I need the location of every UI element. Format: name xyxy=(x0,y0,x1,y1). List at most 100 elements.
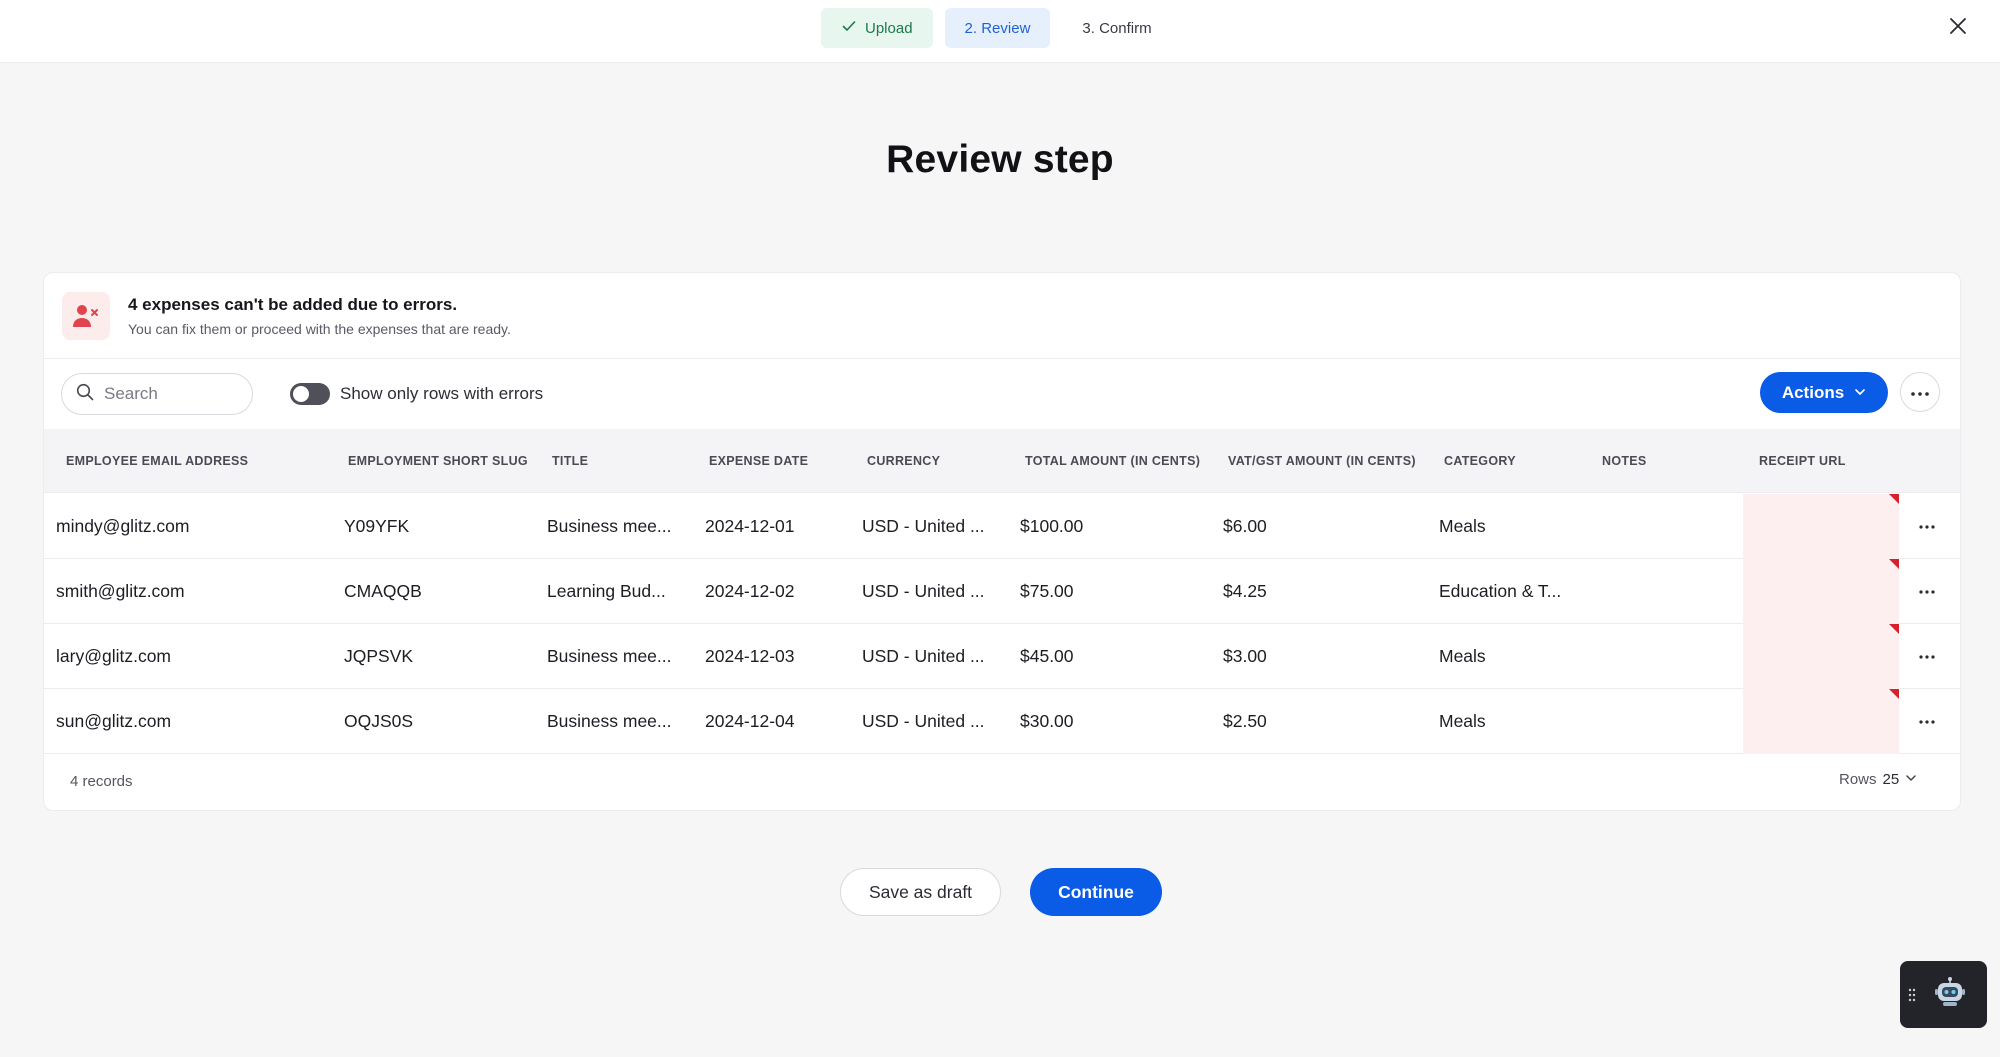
cell-slug[interactable]: JQPSVK xyxy=(344,624,413,689)
cell-currency[interactable]: USD - United ... xyxy=(862,689,985,754)
cell-receipt-url-error[interactable] xyxy=(1743,559,1899,624)
cell-email[interactable]: sun@glitz.com xyxy=(56,689,171,754)
cell-currency[interactable]: USD - United ... xyxy=(862,494,985,559)
cell-category[interactable]: Meals xyxy=(1439,624,1486,689)
cell-slug[interactable]: CMAQQB xyxy=(344,559,422,624)
cell-currency[interactable]: USD - United ... xyxy=(862,559,985,624)
save-draft-button[interactable]: Save as draft xyxy=(840,868,1001,916)
alert-title: 4 expenses can't be added due to errors. xyxy=(128,295,458,314)
more-horizontal-icon xyxy=(1919,720,1935,724)
step-upload-label: Upload xyxy=(865,19,913,37)
user-error-icon xyxy=(62,292,110,340)
cell-date[interactable]: 2024-12-04 xyxy=(705,689,795,754)
cell-date[interactable]: 2024-12-01 xyxy=(705,494,795,559)
cell-total[interactable]: $30.00 xyxy=(1020,689,1074,754)
cell-title[interactable]: Business mee... xyxy=(547,624,672,689)
top-bar: Upload 2. Review 3. Confirm xyxy=(0,0,2000,63)
column-header[interactable]: TITLE xyxy=(552,429,588,493)
actions-button[interactable]: Actions xyxy=(1760,372,1888,413)
search-icon xyxy=(76,383,94,406)
step-upload[interactable]: Upload xyxy=(821,8,933,48)
rows-per-page-select[interactable]: Rows 25 xyxy=(1839,771,1917,788)
close-button[interactable] xyxy=(1946,16,1970,40)
step-confirm[interactable]: 3. Confirm xyxy=(1062,8,1171,48)
table-header: EMPLOYEE EMAIL ADDRESS EMPLOYMENT SHORT … xyxy=(44,429,1960,493)
row-more-button[interactable] xyxy=(1914,514,1940,540)
page-title: Review step xyxy=(886,138,1114,181)
table-toolbar: Show only rows with errors Actions xyxy=(44,359,1960,429)
cell-vat[interactable]: $6.00 xyxy=(1223,494,1267,559)
cell-email[interactable]: lary@glitz.com xyxy=(56,624,171,689)
close-icon xyxy=(1949,17,1967,40)
column-header[interactable]: EMPLOYEE EMAIL ADDRESS xyxy=(66,429,248,493)
row-more-button[interactable] xyxy=(1914,709,1940,735)
cell-receipt-url-error[interactable] xyxy=(1743,624,1899,689)
cell-date[interactable]: 2024-12-02 xyxy=(705,559,795,624)
error-marker xyxy=(1889,559,1899,569)
cell-vat[interactable]: $3.00 xyxy=(1223,624,1267,689)
column-header[interactable]: CATEGORY xyxy=(1444,429,1516,493)
chevron-down-icon xyxy=(1854,383,1866,403)
cell-slug[interactable]: OQJS0S xyxy=(344,689,413,754)
cell-email[interactable]: mindy@glitz.com xyxy=(56,494,190,559)
toolbar-more-button[interactable] xyxy=(1900,372,1940,412)
chevron-down-icon xyxy=(1905,771,1917,788)
table-row[interactable]: lary@glitz.com JQPSVK Business mee... 20… xyxy=(44,624,1960,689)
column-header[interactable]: NOTES xyxy=(1602,429,1647,493)
row-more-button[interactable] xyxy=(1914,579,1940,605)
cell-category[interactable]: Meals xyxy=(1439,494,1486,559)
cell-receipt-url-error[interactable] xyxy=(1743,494,1899,559)
assistant-widget[interactable] xyxy=(1900,961,1987,1028)
column-header[interactable]: RECEIPT URL xyxy=(1759,429,1846,493)
cell-category[interactable]: Education & T... xyxy=(1439,559,1561,624)
cell-email[interactable]: smith@glitz.com xyxy=(56,559,185,624)
column-header[interactable]: TOTAL AMOUNT (IN CENTS) xyxy=(1025,429,1200,493)
cell-vat[interactable]: $2.50 xyxy=(1223,689,1267,754)
errors-only-toggle[interactable] xyxy=(290,383,330,405)
table-row[interactable]: smith@glitz.com CMAQQB Learning Bud... 2… xyxy=(44,559,1960,624)
rows-per-page-value: 25 xyxy=(1882,771,1900,788)
step-review[interactable]: 2. Review xyxy=(944,8,1051,48)
column-header[interactable]: VAT/GST AMOUNT (IN CENTS) xyxy=(1228,429,1416,493)
cell-receipt-url-error[interactable] xyxy=(1743,689,1899,754)
check-icon xyxy=(841,18,857,38)
table-row[interactable]: mindy@glitz.com Y09YFK Business mee... 2… xyxy=(44,494,1960,559)
more-horizontal-icon xyxy=(1919,525,1935,529)
actions-label: Actions xyxy=(1781,382,1845,402)
cell-title[interactable]: Learning Bud... xyxy=(547,559,666,624)
records-count: 4 records xyxy=(70,773,133,790)
search-box[interactable] xyxy=(61,373,253,415)
continue-button[interactable]: Continue xyxy=(1030,868,1162,916)
cell-total[interactable]: $75.00 xyxy=(1020,559,1074,624)
cell-currency[interactable]: USD - United ... xyxy=(862,624,985,689)
more-horizontal-icon xyxy=(1919,655,1935,659)
cell-title[interactable]: Business mee... xyxy=(547,494,672,559)
search-input[interactable] xyxy=(104,384,234,404)
errors-only-label: Show only rows with errors xyxy=(340,384,544,403)
error-marker xyxy=(1889,624,1899,634)
cell-date[interactable]: 2024-12-03 xyxy=(705,624,795,689)
stepper: Upload 2. Review 3. Confirm xyxy=(821,8,1172,48)
cell-category[interactable]: Meals xyxy=(1439,689,1486,754)
cell-total[interactable]: $100.00 xyxy=(1020,494,1083,559)
rows-per-page-label: Rows xyxy=(1839,771,1877,788)
step-confirm-label: 3. Confirm xyxy=(1082,19,1152,37)
alert-subtitle: You can fix them or proceed with the exp… xyxy=(128,321,511,337)
column-header[interactable]: EXPENSE DATE xyxy=(709,429,808,493)
table-row[interactable]: sun@glitz.com OQJS0S Business mee... 202… xyxy=(44,689,1960,754)
step-review-label: 2. Review xyxy=(964,19,1031,37)
errors-filter: Show only rows with errors xyxy=(290,383,543,405)
robot-icon xyxy=(1934,977,1966,1012)
cell-title[interactable]: Business mee... xyxy=(547,689,672,754)
column-header[interactable]: EMPLOYMENT SHORT SLUG xyxy=(348,429,528,493)
error-marker xyxy=(1889,689,1899,699)
drag-handle-icon[interactable] xyxy=(1908,987,1918,1003)
error-alert: 4 expenses can't be added due to errors.… xyxy=(44,273,1960,359)
cell-total[interactable]: $45.00 xyxy=(1020,624,1074,689)
table-footer: 4 records Rows 25 xyxy=(44,753,1960,810)
error-marker xyxy=(1889,494,1899,504)
column-header[interactable]: CURRENCY xyxy=(867,429,940,493)
cell-vat[interactable]: $4.25 xyxy=(1223,559,1267,624)
cell-slug[interactable]: Y09YFK xyxy=(344,494,409,559)
row-more-button[interactable] xyxy=(1914,644,1940,670)
